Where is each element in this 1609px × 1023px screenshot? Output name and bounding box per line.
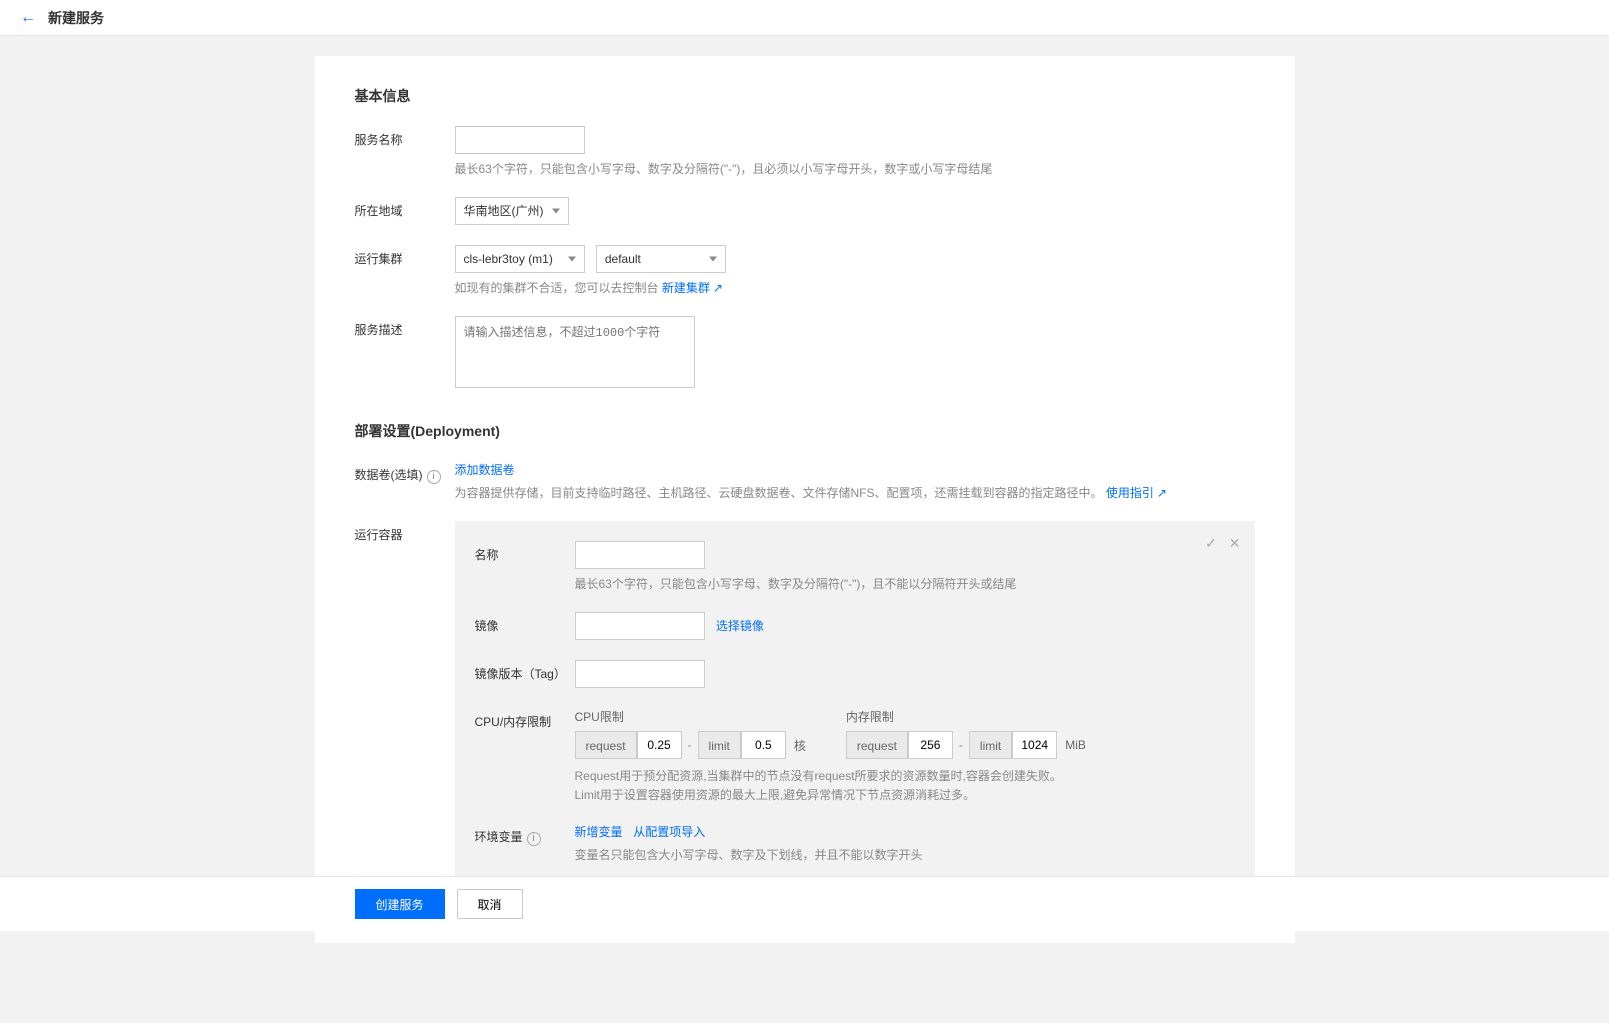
page-title: 新建服务	[48, 8, 104, 28]
region-select[interactable]: 华南地区(广州)	[455, 197, 569, 225]
basic-info-title: 基本信息	[355, 86, 1255, 106]
create-service-button[interactable]: 创建服务	[355, 889, 445, 919]
usage-guide-link[interactable]: 使用指引↗	[1106, 486, 1167, 500]
env-hint: 变量名只能包含大小写字母、数字及下划线，并且不能以数字开头	[575, 846, 1235, 863]
info-icon[interactable]: i	[427, 470, 441, 484]
page-header: ← 新建服务	[0, 0, 1609, 36]
limits-hint1: Request用于预分配资源,当集群中的节点没有request所要求的资源数量时…	[575, 767, 1235, 784]
content-wrapper: 基本信息 服务名称 最长63个字符，只能包含小写字母、数字及分隔符("-")，且…	[0, 36, 1609, 1023]
external-link-icon: ↗	[1157, 486, 1167, 500]
limits-label: CPU/内存限制	[475, 708, 575, 730]
cluster-label: 运行集群	[355, 245, 455, 267]
cancel-button[interactable]: 取消	[457, 889, 523, 919]
cpu-unit: 核	[794, 737, 806, 754]
select-image-link[interactable]: 选择镜像	[716, 619, 764, 633]
mem-request-input[interactable]	[908, 731, 953, 759]
new-cluster-link[interactable]: 新建集群↗	[662, 281, 723, 295]
image-label: 镜像	[475, 612, 575, 634]
add-env-var-link[interactable]: 新增变量	[575, 825, 623, 839]
service-name-input[interactable]	[455, 126, 585, 154]
desc-label: 服务描述	[355, 316, 455, 338]
container-config-box: ✓ ✕ 名称 最长63个字符，只能包含小写字母、数字及分隔符("-")，且不能以…	[455, 521, 1255, 883]
confirm-icon[interactable]: ✓	[1205, 535, 1217, 552]
form-panel: 基本信息 服务名称 最长63个字符，只能包含小写字母、数字及分隔符("-")，且…	[315, 56, 1295, 943]
tag-input[interactable]	[575, 660, 705, 688]
deployment-title: 部署设置(Deployment)	[355, 421, 1255, 441]
volume-label: 数据卷(选填)i	[355, 461, 455, 484]
description-textarea[interactable]	[455, 316, 695, 388]
limits-hint2: Limit用于设置容器使用资源的最大上限,避免异常情况下节点资源消耗过多。	[575, 786, 1235, 803]
add-volume-link[interactable]: 添加数据卷	[455, 463, 515, 477]
mem-limit-label2: limit	[969, 731, 1012, 759]
volume-hint: 为容器提供存储，目前支持临时路径、主机路径、云硬盘数据卷、文件存储NFS、配置项…	[455, 484, 1255, 501]
cpu-request-input[interactable]	[637, 731, 682, 759]
cpu-limit-label2: limit	[698, 731, 741, 759]
cluster-select[interactable]: cls-lebr3toy (m1)	[455, 245, 585, 273]
namespace-select[interactable]: default	[596, 245, 726, 273]
container-name-input[interactable]	[575, 541, 705, 569]
mem-request-label: request	[846, 731, 908, 759]
cpu-request-label: request	[575, 731, 637, 759]
container-name-label: 名称	[475, 541, 575, 563]
mem-unit: MiB	[1065, 738, 1086, 752]
info-icon[interactable]: i	[527, 832, 541, 846]
import-config-link[interactable]: 从配置项导入	[633, 825, 705, 839]
cpu-limit-input[interactable]	[741, 731, 786, 759]
container-name-hint: 最长63个字符，只能包含小写字母、数字及分隔符("-")，且不能以分隔符开头或结…	[575, 575, 1235, 592]
service-name-label: 服务名称	[355, 126, 455, 148]
external-link-icon: ↗	[713, 281, 723, 295]
close-icon[interactable]: ✕	[1229, 535, 1241, 552]
cluster-hint: 如现有的集群不合适，您可以去控制台 新建集群↗	[455, 279, 1255, 296]
container-label: 运行容器	[355, 521, 455, 543]
image-input[interactable]	[575, 612, 705, 640]
footer-bar: 创建服务 取消	[0, 876, 1609, 931]
mem-limit-input[interactable]	[1012, 731, 1057, 759]
env-label: 环境变量i	[475, 823, 575, 846]
back-arrow-icon[interactable]: ←	[20, 9, 36, 27]
mem-limit-title: 内存限制	[846, 708, 1086, 725]
cpu-limit-title: CPU限制	[575, 708, 806, 725]
tag-label: 镜像版本（Tag）	[475, 660, 575, 682]
region-label: 所在地域	[355, 197, 455, 219]
service-name-hint: 最长63个字符，只能包含小写字母、数字及分隔符("-")，且必须以小写字母开头，…	[455, 160, 1255, 177]
